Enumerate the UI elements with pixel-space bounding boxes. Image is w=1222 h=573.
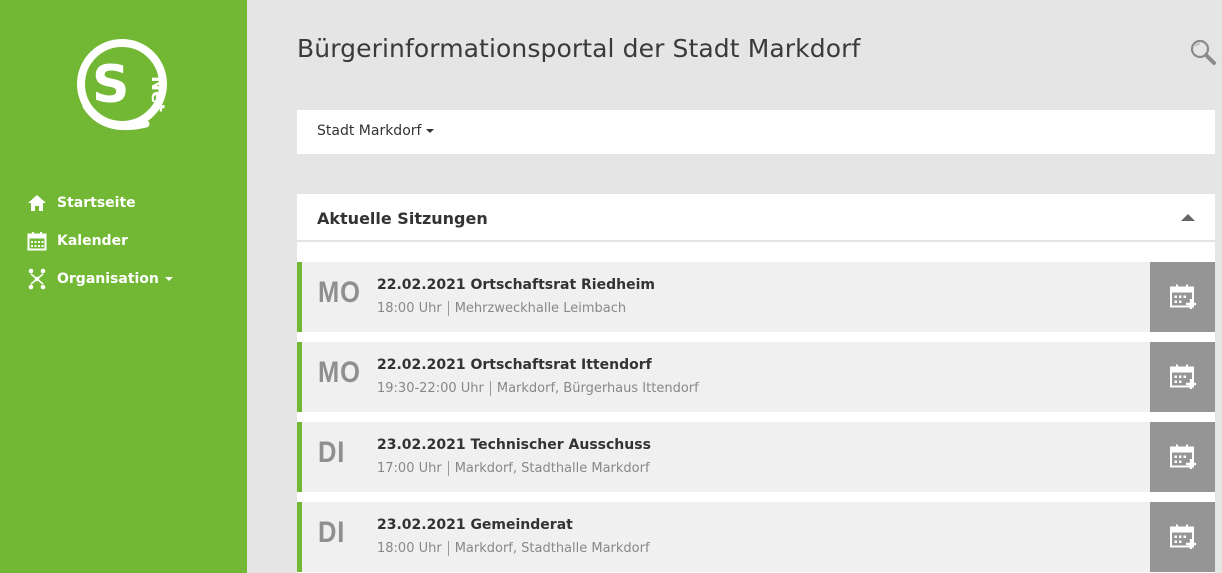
organisation-selector-label: Stadt Markdorf: [317, 123, 422, 139]
session-time: 17:00 Uhr: [377, 461, 449, 476]
sidebar-item-kalender[interactable]: Kalender: [26, 222, 173, 260]
sidebar-item-label: Startseite: [57, 195, 136, 211]
session-location: Markdorf, Stadthalle Markdorf: [454, 461, 650, 476]
sidebar-item-startseite[interactable]: Startseite: [26, 184, 173, 222]
list-item[interactable]: DI 23.02.2021 Gemeinderat 18:00 Uhr Markd…: [297, 502, 1215, 572]
session-title[interactable]: 22.02.2021 Ortschaftsrat Riedheim: [377, 277, 655, 293]
session-time: 18:00 Uhr: [377, 541, 449, 556]
add-to-calendar-button[interactable]: [1150, 422, 1215, 492]
sidebar-item-label: Kalender: [57, 233, 128, 249]
sessions-panel-header: Aktuelle Sitzungen: [297, 194, 1215, 241]
search-icon[interactable]: [1189, 38, 1217, 66]
calendar-icon: [26, 230, 48, 252]
weekday-label: MO: [318, 356, 361, 389]
add-to-calendar-button[interactable]: [1150, 342, 1215, 412]
collapse-icon[interactable]: [1181, 212, 1195, 222]
organisation-selector-bar: Stadt Markdorf: [297, 110, 1215, 154]
page-title: Bürgerinformationsportal der Stadt Markd…: [297, 34, 861, 63]
calendar-add-icon: [1169, 444, 1196, 469]
weekday-label: DI: [318, 516, 346, 549]
session-location: Mehrzweckhalle Leimbach: [454, 301, 627, 316]
sidebar-item-organisation[interactable]: Organisation: [26, 260, 173, 298]
sidebar-nav: Startseite Kalender Organisation: [26, 184, 173, 298]
session-meta: 18:00 Uhr Markdorf, Stadthalle Markdorf: [377, 541, 650, 556]
session-title[interactable]: 23.02.2021 Technischer Ausschuss: [377, 437, 651, 453]
home-icon: [26, 192, 48, 214]
sessions-list: MO 22.02.2021 Ortschaftsrat Riedheim 18:…: [297, 242, 1215, 573]
calendar-add-icon: [1169, 284, 1196, 309]
session-title[interactable]: 23.02.2021 Gemeinderat: [377, 517, 573, 533]
sidebar: S Net Startseite Kalender Organisation: [0, 0, 247, 573]
session-time: 18:00 Uhr: [377, 301, 449, 316]
svg-text:S: S: [92, 55, 129, 115]
svg-text:Net: Net: [147, 76, 168, 112]
weekday-label: DI: [318, 436, 346, 469]
main-content: Bürgerinformationsportal der Stadt Markd…: [247, 0, 1222, 573]
list-item[interactable]: DI 23.02.2021 Technischer Ausschuss 17:0…: [297, 422, 1215, 492]
calendar-add-icon: [1169, 364, 1196, 389]
chevron-down-icon: [164, 277, 173, 281]
calendar-add-icon: [1169, 524, 1196, 549]
session-meta: 17:00 Uhr Markdorf, Stadthalle Markdorf: [377, 461, 650, 476]
session-meta: 18:00 Uhr Mehrzweckhalle Leimbach: [377, 301, 626, 316]
organisation-selector[interactable]: Stadt Markdorf: [317, 123, 435, 139]
add-to-calendar-button[interactable]: [1150, 262, 1215, 332]
list-item[interactable]: MO 22.02.2021 Ortschaftsrat Ittendorf 19…: [297, 342, 1215, 412]
snet-logo[interactable]: S Net: [74, 36, 170, 132]
chevron-down-icon: [426, 129, 435, 133]
list-item[interactable]: MO 22.02.2021 Ortschaftsrat Riedheim 18:…: [297, 262, 1215, 332]
session-meta: 19:30-22:00 Uhr Markdorf, Bürgerhaus Itte…: [377, 381, 699, 396]
session-time: 19:30-22:00 Uhr: [377, 381, 491, 396]
panel-title: Aktuelle Sitzungen: [317, 209, 488, 228]
session-location: Markdorf, Stadthalle Markdorf: [454, 541, 650, 556]
add-to-calendar-button[interactable]: [1150, 502, 1215, 572]
weekday-label: MO: [318, 276, 361, 309]
organisation-icon: [26, 268, 48, 290]
session-location: Markdorf, Bürgerhaus Ittendorf: [496, 381, 699, 396]
sidebar-item-label: Organisation: [57, 271, 159, 287]
session-title[interactable]: 22.02.2021 Ortschaftsrat Ittendorf: [377, 357, 652, 373]
